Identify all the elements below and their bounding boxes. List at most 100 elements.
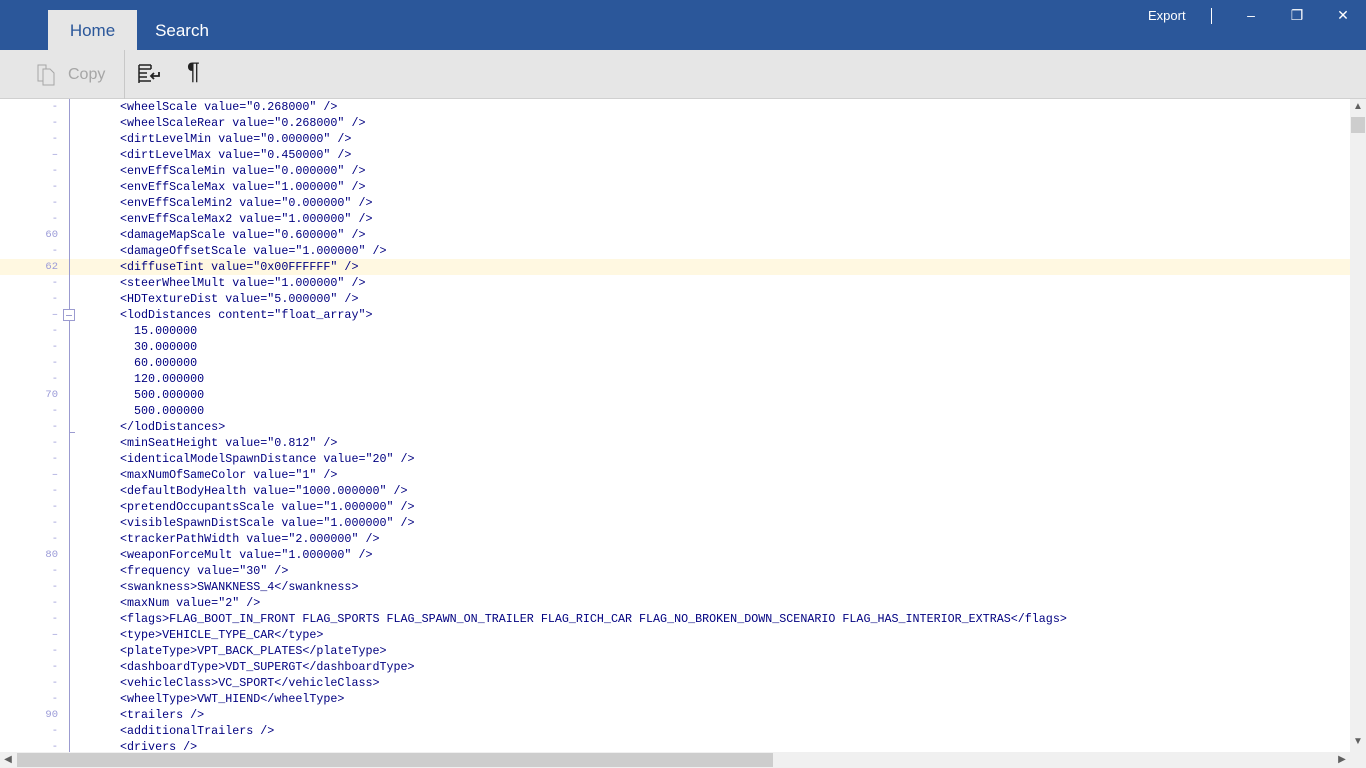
fold-margin: [69, 99, 70, 752]
code-line[interactable]: - <envEffScaleMax2 value="1.000000" />: [0, 211, 1350, 227]
vertical-scrollbar[interactable]: ▲ ▼: [1350, 99, 1366, 752]
code-line[interactable]: - <HDTextureDist value="5.000000" />: [0, 291, 1350, 307]
code-line[interactable]: - <vehicleClass>VC_SPORT</vehicleClass>: [0, 675, 1350, 691]
code-line[interactable]: - <additionalTrailers />: [0, 723, 1350, 739]
code-line[interactable]: - <envEffScaleMin value="0.000000" />: [0, 163, 1350, 179]
code-line[interactable]: - <plateType>VPT_BACK_PLATES</plateType>: [0, 643, 1350, 659]
code-line[interactable]: - <visibleSpawnDistScale value="1.000000"…: [0, 515, 1350, 531]
title-bar: Home Search Export – ❐ ✕: [0, 0, 1366, 50]
line-number: -: [51, 181, 58, 193]
tab-search[interactable]: Search: [140, 10, 224, 50]
line-number: 90: [45, 709, 58, 721]
code-line[interactable]: – <dirtLevelMax value="0.450000" />: [0, 147, 1350, 163]
tab-home[interactable]: Home: [48, 10, 137, 50]
scroll-left-icon[interactable]: ◀: [0, 754, 16, 765]
code-line[interactable]: - <drivers />: [0, 739, 1350, 752]
horizontal-scroll-thumb[interactable]: [17, 753, 773, 767]
copy-button[interactable]: Copy: [36, 62, 105, 88]
code-line[interactable]: – <lodDistances content="float_array">: [0, 307, 1350, 323]
code-line[interactable]: - <defaultBodyHealth value="1000.000000" …: [0, 483, 1350, 499]
code-line[interactable]: - <frequency value="30" />: [0, 563, 1350, 579]
line-number: -: [51, 101, 58, 113]
line-number: -: [51, 565, 58, 577]
restore-button[interactable]: ❐: [1282, 4, 1312, 26]
word-wrap-button[interactable]: [137, 62, 161, 91]
code-text: <wheelType>VWT_HIEND</wheelType>: [120, 692, 345, 706]
word-wrap-icon: [138, 64, 160, 83]
code-text: <drivers />: [120, 740, 198, 752]
vertical-scroll-thumb[interactable]: [1351, 117, 1365, 133]
code-text: <damageOffsetScale value="1.000000" />: [120, 244, 387, 258]
code-text: <diffuseTint value="0x00FFFFFF" />: [120, 260, 359, 274]
code-line[interactable]: - </lodDistances>: [0, 419, 1350, 435]
scroll-down-icon[interactable]: ▼: [1350, 736, 1366, 747]
line-number: -: [51, 645, 58, 657]
code-line[interactable]: 60 <damageMapScale value="0.600000" />: [0, 227, 1350, 243]
line-number: 70: [45, 389, 58, 401]
line-number: -: [51, 405, 58, 417]
line-number: -: [51, 197, 58, 209]
fold-end-marker: [69, 432, 75, 433]
code-line[interactable]: - 15.000000: [0, 323, 1350, 339]
line-number: -: [51, 341, 58, 353]
code-text: <envEffScaleMax value="1.000000" />: [120, 180, 366, 194]
code-line[interactable]: - <wheelScale value="0.268000" />: [0, 99, 1350, 115]
code-text: <defaultBodyHealth value="1000.000000" /…: [120, 484, 408, 498]
code-line[interactable]: - <identicalModelSpawnDistance value="20"…: [0, 451, 1350, 467]
code-line[interactable]: - <trackerPathWidth value="2.000000" />: [0, 531, 1350, 547]
code-text: 120.000000: [120, 372, 205, 386]
code-text: <envEffScaleMax2 value="1.000000" />: [120, 212, 373, 226]
line-number: -: [51, 165, 58, 177]
code-line[interactable]: - <flags>FLAG_BOOT_IN_FRONT FLAG_SPORTS F…: [0, 611, 1350, 627]
code-line[interactable]: - 60.000000: [0, 355, 1350, 371]
code-line[interactable]: - <dirtLevelMin value="0.000000" />: [0, 131, 1350, 147]
code-editor[interactable]: - <wheelScale value="0.268000" /> - <wheelS…: [0, 99, 1350, 752]
code-line[interactable]: - <swankness>SWANKNESS_4</swankness>: [0, 579, 1350, 595]
line-number: –: [51, 149, 58, 161]
code-line[interactable]: - <pretendOccupantsScale value="1.000000"…: [0, 499, 1350, 515]
line-number: -: [51, 725, 58, 737]
code-text: <swankness>SWANKNESS_4</swankness>: [120, 580, 359, 594]
code-line[interactable]: 90 <trailers />: [0, 707, 1350, 723]
code-line[interactable]: - <minSeatHeight value="0.812" />: [0, 435, 1350, 451]
code-line[interactable]: - <wheelType>VWT_HIEND</wheelType>: [0, 691, 1350, 707]
code-line[interactable]: – <maxNumOfSameColor value="1" />: [0, 467, 1350, 483]
fold-collapse-icon[interactable]: [63, 309, 75, 321]
code-line[interactable]: – <type>VEHICLE_TYPE_CAR</type>: [0, 627, 1350, 643]
code-line[interactable]: - 500.000000: [0, 403, 1350, 419]
line-number: -: [51, 741, 58, 752]
code-line[interactable]: 62 <diffuseTint value="0x00FFFFFF" />: [0, 259, 1350, 275]
code-line[interactable]: - <dashboardType>VDT_SUPERGT</dashboardTy…: [0, 659, 1350, 675]
code-line[interactable]: - <damageOffsetScale value="1.000000" />: [0, 243, 1350, 259]
line-number: 60: [45, 229, 58, 241]
export-button[interactable]: Export: [1148, 8, 1186, 23]
show-symbols-button[interactable]: ¶: [187, 58, 200, 86]
line-number: -: [51, 437, 58, 449]
minimize-button[interactable]: –: [1236, 4, 1266, 26]
code-text: 500.000000: [120, 404, 205, 418]
code-line[interactable]: - 30.000000: [0, 339, 1350, 355]
code-line[interactable]: - 120.000000: [0, 371, 1350, 387]
scroll-right-icon[interactable]: ▶: [1334, 754, 1350, 765]
close-button[interactable]: ✕: [1328, 4, 1358, 26]
code-text: <vehicleClass>VC_SPORT</vehicleClass>: [120, 676, 380, 690]
scroll-up-icon[interactable]: ▲: [1350, 101, 1366, 112]
code-line[interactable]: - <envEffScaleMin2 value="0.000000" />: [0, 195, 1350, 211]
horizontal-scrollbar[interactable]: ◀ ▶: [0, 752, 1366, 768]
line-number: -: [51, 373, 58, 385]
code-text: <flags>FLAG_BOOT_IN_FRONT FLAG_SPORTS FL…: [120, 612, 1067, 626]
line-number: -: [51, 661, 58, 673]
code-text: 15.000000: [120, 324, 198, 338]
code-line[interactable]: - <envEffScaleMax value="1.000000" />: [0, 179, 1350, 195]
code-line[interactable]: - <wheelScaleRear value="0.268000" />: [0, 115, 1350, 131]
code-line[interactable]: 70 500.000000: [0, 387, 1350, 403]
code-line[interactable]: 80 <weaponForceMult value="1.000000" />: [0, 547, 1350, 563]
code-line[interactable]: - <steerWheelMult value="1.000000" />: [0, 275, 1350, 291]
ribbon: Copy ¶: [0, 50, 1366, 99]
line-number: -: [51, 597, 58, 609]
line-number: -: [51, 213, 58, 225]
code-line[interactable]: - <maxNum value="2" />: [0, 595, 1350, 611]
code-text: <plateType>VPT_BACK_PLATES</plateType>: [120, 644, 387, 658]
code-text: <dirtLevelMin value="0.000000" />: [120, 132, 352, 146]
divider: [1211, 8, 1212, 24]
